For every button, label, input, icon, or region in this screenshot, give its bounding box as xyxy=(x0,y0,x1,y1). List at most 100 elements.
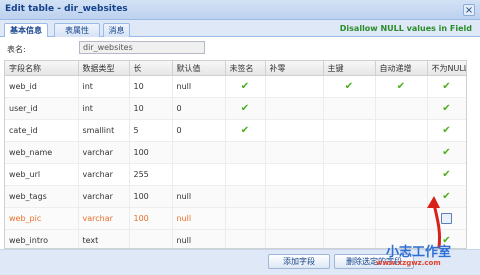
field-name-cell[interactable]: cate_id xyxy=(5,119,79,142)
field-length-cell[interactable]: 100 xyxy=(129,141,173,164)
primary-key-cell[interactable] xyxy=(323,163,376,186)
field-default-cell[interactable] xyxy=(172,141,226,164)
primary-key-cell[interactable] xyxy=(323,207,376,230)
unsigned-cell[interactable]: ✔ xyxy=(225,97,266,120)
col-header-auto-increment[interactable]: 自动递增 xyxy=(375,61,428,76)
table-row[interactable]: web_url varchar 255 ✔ xyxy=(5,163,466,186)
col-header-primary-key[interactable]: 主键 xyxy=(323,61,376,76)
close-icon[interactable]: × xyxy=(463,4,475,16)
field-name-cell[interactable]: web_tags xyxy=(5,185,79,208)
unsigned-cell[interactable] xyxy=(225,207,266,230)
field-default-cell[interactable]: null xyxy=(172,185,226,208)
check-icon: ✔ xyxy=(442,125,451,136)
table-row[interactable]: web_pic varchar 100 null xyxy=(5,207,466,230)
field-name-cell[interactable]: web_pic xyxy=(5,207,79,230)
primary-key-cell[interactable] xyxy=(323,141,376,164)
auto-increment-cell[interactable] xyxy=(375,163,428,186)
col-header-name[interactable]: 字段名称 xyxy=(5,61,79,76)
field-name-cell[interactable]: web_id xyxy=(5,75,79,98)
auto-increment-cell[interactable] xyxy=(375,97,428,120)
field-name-cell[interactable]: web_intro xyxy=(5,229,79,248)
zerofill-cell[interactable] xyxy=(265,141,324,164)
col-header-not-null[interactable]: 不为NULL xyxy=(427,61,466,76)
primary-key-cell[interactable] xyxy=(323,119,376,142)
zerofill-cell[interactable] xyxy=(265,207,324,230)
not-null-cell[interactable]: ✔ xyxy=(427,141,466,164)
table-row[interactable]: web_tags varchar 100 null ✔ xyxy=(5,185,466,208)
field-length-cell[interactable]: 5 xyxy=(129,119,173,142)
field-type-cell[interactable]: int xyxy=(78,97,130,120)
not-null-cell[interactable]: ✔ xyxy=(427,97,466,120)
field-type-cell[interactable]: varchar xyxy=(78,207,130,230)
check-icon: ✔ xyxy=(396,81,406,92)
auto-increment-cell[interactable] xyxy=(375,141,428,164)
zerofill-cell[interactable] xyxy=(265,163,324,186)
col-header-length[interactable]: 长 xyxy=(129,61,173,76)
unsigned-cell[interactable]: ✔ xyxy=(225,119,266,142)
tab-table-properties[interactable]: 表属性 xyxy=(54,23,100,37)
fields-table: 字段名称 数据类型 长 默认值 未签名 补零 主键 自动递增 不为NULL we… xyxy=(5,61,466,248)
field-name-cell[interactable]: web_name xyxy=(5,141,79,164)
check-icon: ✔ xyxy=(442,103,451,114)
field-type-cell[interactable]: varchar xyxy=(78,185,130,208)
col-header-default[interactable]: 默认值 xyxy=(172,61,226,76)
not-null-cell[interactable]: ✔ xyxy=(427,163,466,186)
not-null-cell[interactable]: ✔ xyxy=(427,75,466,98)
field-name-cell[interactable]: user_id xyxy=(5,97,79,120)
unsigned-cell[interactable] xyxy=(225,141,266,164)
window-titlebar: Edit table - dir_websites × xyxy=(0,0,480,20)
field-default-cell[interactable]: 0 xyxy=(172,119,226,142)
field-type-cell[interactable]: varchar xyxy=(78,141,130,164)
field-length-cell[interactable]: 100 xyxy=(129,185,173,208)
not-null-cell[interactable]: ✔ xyxy=(427,119,466,142)
primary-key-cell[interactable] xyxy=(323,185,376,208)
primary-key-cell[interactable]: ✔ xyxy=(323,75,376,98)
field-type-cell[interactable]: varchar xyxy=(78,163,130,186)
watermark-url: www.xzgwz.com xyxy=(376,259,441,267)
check-icon: ✔ xyxy=(442,81,451,92)
table-name-field[interactable] xyxy=(79,41,205,54)
check-icon: ✔ xyxy=(344,81,354,92)
unsigned-cell[interactable] xyxy=(225,163,266,186)
col-header-unsigned[interactable]: 未签名 xyxy=(225,61,266,76)
table-row[interactable]: web_name varchar 100 ✔ xyxy=(5,141,466,164)
table-row[interactable]: web_id int 10 null ✔ ✔ ✔ ✔ xyxy=(5,75,466,98)
unsigned-cell[interactable] xyxy=(225,229,266,248)
col-header-type[interactable]: 数据类型 xyxy=(78,61,130,76)
field-type-cell[interactable]: text xyxy=(78,229,130,248)
field-default-cell[interactable]: null xyxy=(172,229,226,248)
field-length-cell[interactable]: 255 xyxy=(129,163,173,186)
table-row[interactable]: user_id int 10 0 ✔ ✔ xyxy=(5,97,466,120)
auto-increment-cell[interactable] xyxy=(375,119,428,142)
field-default-cell[interactable] xyxy=(172,163,226,186)
zerofill-cell[interactable] xyxy=(265,119,324,142)
field-type-cell[interactable]: smallint xyxy=(78,119,130,142)
null-notice: Disallow NULL values in Field xyxy=(339,24,472,33)
field-length-cell[interactable]: 10 xyxy=(129,97,173,120)
check-icon: ✔ xyxy=(240,103,250,114)
field-default-cell[interactable]: null xyxy=(172,75,226,98)
field-type-cell[interactable]: int xyxy=(78,75,130,98)
field-default-cell[interactable]: 0 xyxy=(172,97,226,120)
tab-messages[interactable]: 消息 xyxy=(103,23,130,37)
zerofill-cell[interactable] xyxy=(265,185,324,208)
window-title: Edit table - dir_websites xyxy=(5,4,128,14)
add-field-button[interactable]: 添加字段 xyxy=(268,254,330,269)
field-length-cell[interactable] xyxy=(129,229,173,248)
unsigned-cell[interactable]: ✔ xyxy=(225,75,266,98)
table-row[interactable]: cate_id smallint 5 0 ✔ ✔ xyxy=(5,119,466,142)
field-name-cell[interactable]: web_url xyxy=(5,163,79,186)
zerofill-cell[interactable] xyxy=(265,97,324,120)
unsigned-cell[interactable] xyxy=(225,185,266,208)
field-default-cell[interactable]: null xyxy=(172,207,226,230)
tab-basic-info[interactable]: 基本信息 xyxy=(4,23,48,38)
zerofill-cell[interactable] xyxy=(265,75,324,98)
auto-increment-cell[interactable]: ✔ xyxy=(375,75,428,98)
field-length-cell[interactable]: 10 xyxy=(129,75,173,98)
primary-key-cell[interactable] xyxy=(323,97,376,120)
watermark-logo: 小志工作室 www.xzgwz.com xyxy=(366,239,474,273)
zerofill-cell[interactable] xyxy=(265,229,324,248)
field-length-cell[interactable]: 100 xyxy=(129,207,173,230)
col-header-zerofill[interactable]: 补零 xyxy=(265,61,324,76)
header-row: 字段名称 数据类型 长 默认值 未签名 补零 主键 自动递增 不为NULL xyxy=(5,61,466,76)
